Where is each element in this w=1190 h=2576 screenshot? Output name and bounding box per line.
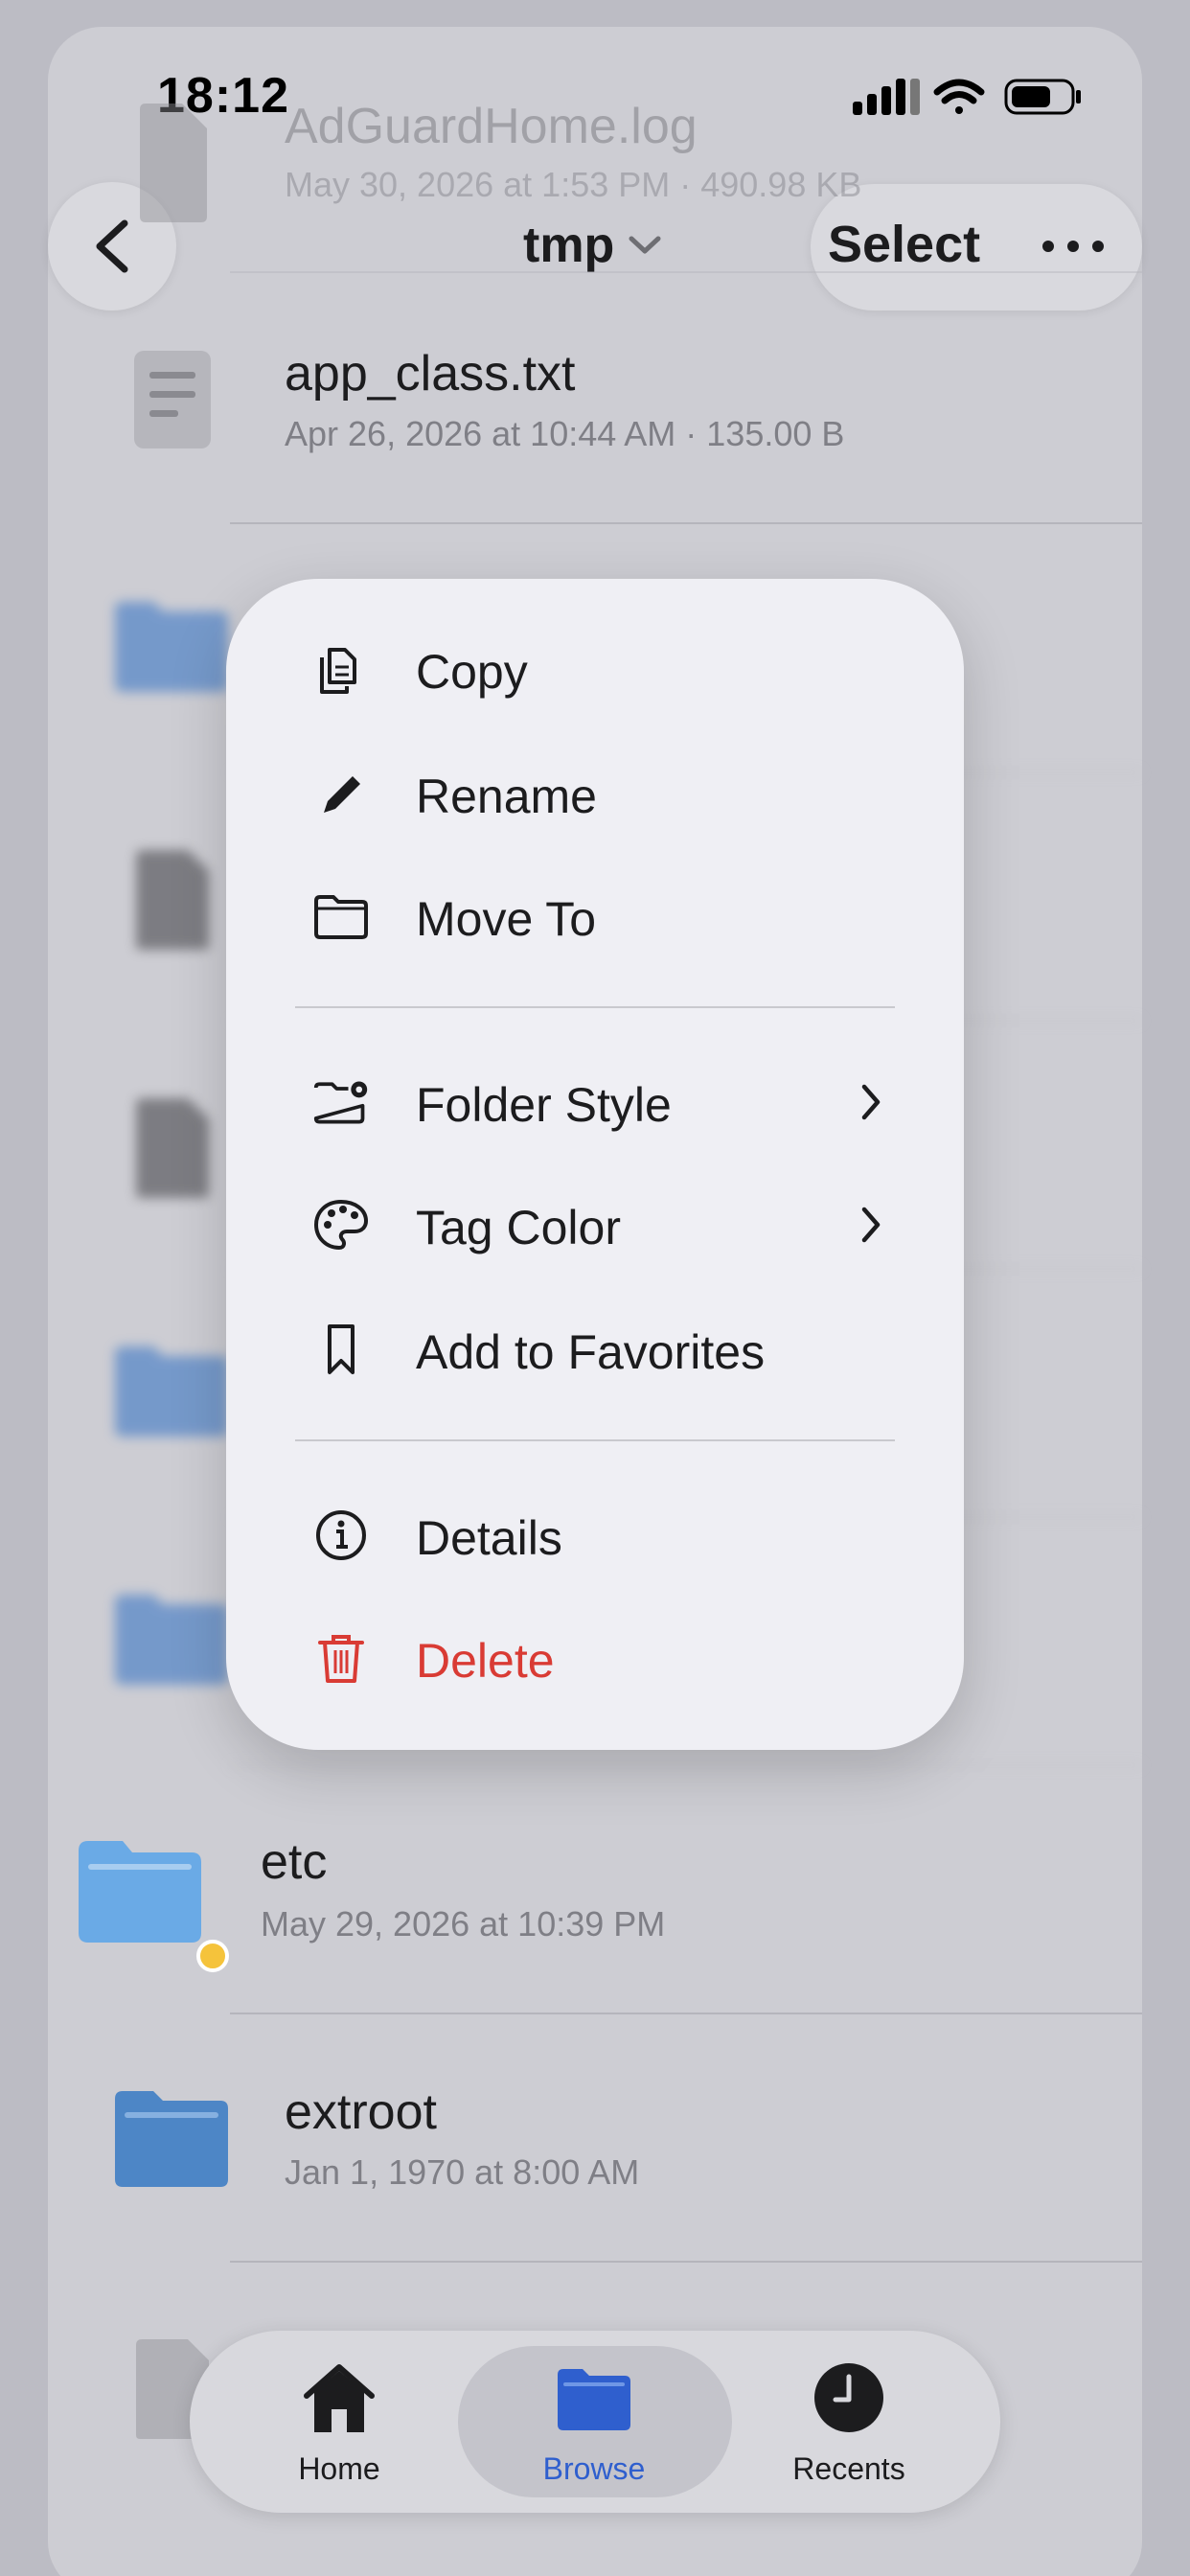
menu-item-label: Rename <box>416 770 597 823</box>
menu-item-add-to-favorites[interactable]: Add to Favorites <box>226 1292 964 1407</box>
file-meta: Apr 26, 2026 at 10:44 AM · 135.00 B <box>285 414 845 453</box>
context-menu: Copy Rename Move To Folder Style Tag Col… <box>226 579 964 1750</box>
menu-item-label: Tag Color <box>416 1201 621 1254</box>
menu-item-details[interactable]: Details <box>226 1478 964 1593</box>
menu-item-label: Copy <box>416 645 528 699</box>
file-name: extroot <box>285 2084 437 2140</box>
tab-home[interactable]: Home <box>224 2350 454 2494</box>
menu-divider <box>295 1006 895 1008</box>
file-row[interactable]: extroot Jan 1, 1970 at 8:00 AM <box>0 2014 1190 2263</box>
file-name: etc <box>261 1834 328 1890</box>
menu-item-folder-style[interactable]: Folder Style <box>226 1045 964 1160</box>
menu-item-delete[interactable]: Delete <box>226 1600 964 1715</box>
folder-icon <box>79 1841 201 1943</box>
menu-item-label: Add to Favorites <box>416 1325 766 1379</box>
pencil-icon <box>324 776 360 813</box>
menu-item-label: Delete <box>416 1634 555 1688</box>
house-icon <box>304 2364 375 2432</box>
menu-divider <box>295 1439 895 1441</box>
text-document-icon <box>134 351 211 448</box>
folder-gear-icon <box>313 1081 368 1124</box>
tab-label: Browse <box>542 2451 646 2486</box>
menu-item-label: Folder Style <box>416 1078 672 1132</box>
tab-label: Home <box>298 2451 380 2486</box>
tab-recents[interactable]: Recents <box>734 2350 964 2494</box>
document-icon <box>136 1098 209 1198</box>
menu-item-tag-color[interactable]: Tag Color <box>226 1167 964 1282</box>
menu-item-rename[interactable]: Rename <box>226 736 964 851</box>
row-divider <box>230 522 1142 524</box>
menu-item-move-to[interactable]: Move To <box>226 859 964 974</box>
folder-icon <box>115 1595 228 1685</box>
row-divider <box>230 271 1142 273</box>
document-icon <box>140 104 207 222</box>
bookmark-icon <box>328 1324 355 1374</box>
file-meta: Jan 1, 1970 at 8:00 AM <box>285 2152 640 2192</box>
chevron-right-icon <box>861 1084 881 1120</box>
tab-bar: Home Browse Recents <box>190 2331 1000 2513</box>
copy-icon <box>320 648 356 694</box>
file-row-selected[interactable]: etc May 29, 2026 at 10:39 PM <box>0 1766 1190 2014</box>
menu-item-label: Details <box>416 1511 562 1565</box>
file-name: AdGuardHome.log <box>285 99 698 154</box>
tab-browse[interactable]: Browse <box>479 2350 709 2494</box>
file-row[interactable]: app_class.txt Apr 26, 2026 at 10:44 AM ·… <box>0 276 1190 524</box>
palette-icon <box>313 1199 369 1251</box>
chevron-right-icon <box>861 1207 881 1243</box>
tag-color-dot-icon <box>196 1940 229 1972</box>
trash-icon <box>318 1635 364 1683</box>
file-meta: May 30, 2026 at 1:53 PM · 490.98 KB <box>285 165 862 204</box>
tab-label: Recents <box>792 2451 905 2486</box>
menu-item-label: Move To <box>416 892 597 946</box>
file-meta: May 29, 2026 at 10:39 PM <box>261 1904 666 1944</box>
folder-outline-icon <box>314 895 368 939</box>
folder-icon <box>115 1346 228 1437</box>
info-icon <box>316 1510 366 1560</box>
document-icon <box>136 850 209 950</box>
menu-item-copy[interactable]: Copy <box>226 611 964 726</box>
folder-icon <box>558 2369 630 2430</box>
clock-icon <box>814 2363 883 2432</box>
file-name: app_class.txt <box>285 346 576 402</box>
file-row[interactable]: AdGuardHome.log May 30, 2026 at 1:53 PM … <box>0 25 1190 273</box>
folder-icon <box>115 2091 228 2187</box>
folder-icon <box>115 602 228 692</box>
